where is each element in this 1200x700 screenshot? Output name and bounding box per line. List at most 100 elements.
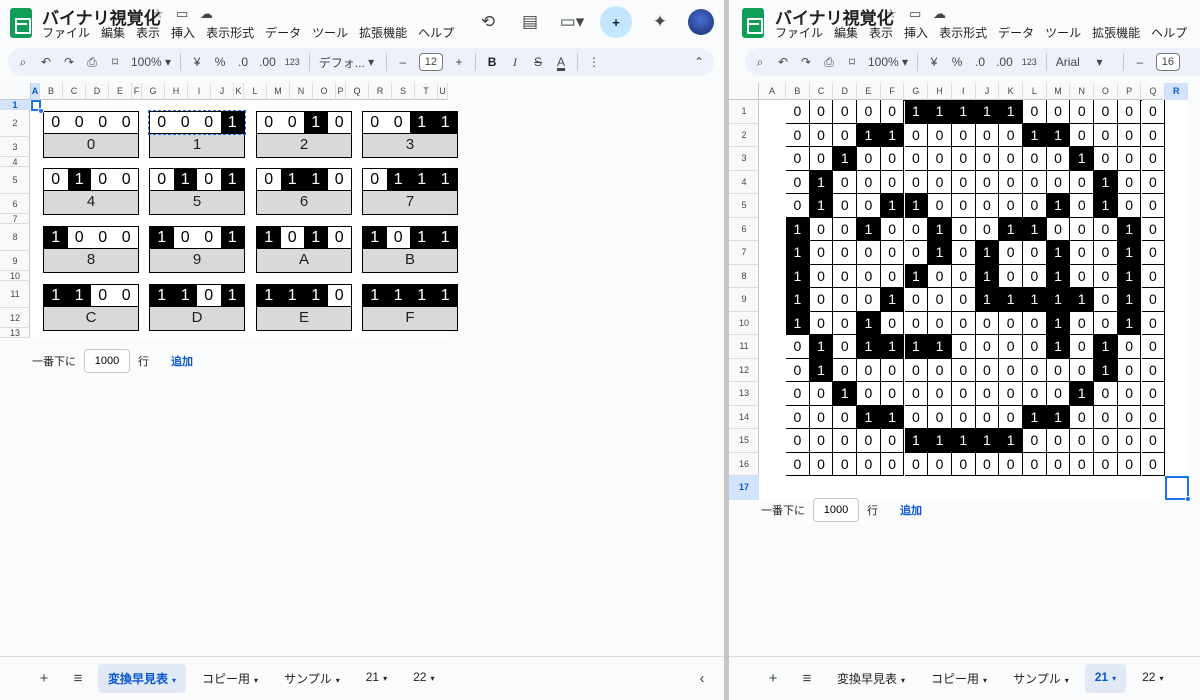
bit-cell[interactable]: 0	[999, 123, 1023, 147]
bit-cell[interactable]: 0	[1023, 382, 1047, 406]
hex-label[interactable]: C	[43, 307, 139, 331]
bit-cell[interactable]: 0	[951, 335, 976, 359]
bit-cell[interactable]: 1	[809, 335, 834, 359]
bit-cell[interactable]: 0	[809, 429, 834, 453]
column-header[interactable]: P	[1118, 83, 1142, 100]
sheet-tab[interactable]: 変換早見表 ▾	[98, 664, 187, 693]
bit-cell[interactable]: 0	[951, 264, 976, 288]
bit-cell[interactable]: 1	[880, 405, 905, 429]
column-header[interactable]: C	[810, 83, 834, 100]
folder-icon[interactable]: ▭	[176, 6, 188, 22]
star-icon[interactable]: ☆	[885, 6, 897, 22]
bit-cell[interactable]: 0	[327, 169, 351, 190]
bit-cell[interactable]: 1	[786, 288, 810, 312]
bit-cell[interactable]: 1	[857, 123, 881, 147]
bit-cell[interactable]: 0	[928, 452, 952, 476]
bit-cell[interactable]: 1	[433, 112, 457, 133]
row-header[interactable]: 5	[0, 167, 30, 194]
menu-tools[interactable]: ツール	[312, 24, 348, 41]
bit-cell[interactable]: 0	[1141, 217, 1166, 241]
column-header[interactable]: R	[1165, 83, 1189, 100]
bit-cell[interactable]: 0	[999, 147, 1023, 171]
bit-cell[interactable]: 1	[1094, 170, 1118, 194]
bit-cell[interactable]: 0	[880, 100, 905, 124]
bit-cell[interactable]: 1	[1117, 241, 1142, 265]
add-rows-input[interactable]	[813, 498, 859, 522]
row-header[interactable]: 3	[729, 147, 759, 171]
bit-cell[interactable]: 0	[1117, 194, 1142, 218]
bit-cell[interactable]: 1	[220, 169, 244, 190]
bit-cell[interactable]: 0	[1117, 405, 1142, 429]
row-header[interactable]: 13	[0, 328, 30, 338]
column-header[interactable]: O	[313, 83, 336, 100]
row-header[interactable]: 2	[729, 124, 759, 147]
bit-cell[interactable]: 0	[928, 382, 952, 406]
bit-cell[interactable]: 0	[1117, 358, 1142, 382]
bit-cell[interactable]: 0	[1117, 429, 1142, 453]
row-header[interactable]: 3	[0, 137, 30, 157]
menu-format[interactable]: 表示形式	[939, 24, 987, 41]
bit-cell[interactable]: 0	[1141, 288, 1166, 312]
font-size-decrease-button[interactable]: –	[396, 55, 410, 69]
bit-cell[interactable]: 0	[975, 382, 1000, 406]
bit-cell[interactable]: 1	[857, 217, 881, 241]
bit-cell[interactable]: 0	[1141, 405, 1166, 429]
bit-cell[interactable]: 0	[999, 264, 1023, 288]
bit-cell[interactable]: 0	[1070, 452, 1095, 476]
menu-file[interactable]: ファイル	[42, 24, 90, 41]
bit-cell[interactable]: 0	[1070, 264, 1095, 288]
bit-cell[interactable]: 0	[975, 405, 1000, 429]
bit-cell[interactable]: 0	[1094, 100, 1118, 124]
bit-cell[interactable]: 0	[327, 227, 351, 248]
hex-label[interactable]: 2	[256, 134, 352, 158]
bit-cell[interactable]: 0	[809, 311, 834, 335]
text-color-button[interactable]: A	[554, 55, 568, 69]
bit-cell[interactable]: 0	[1141, 429, 1166, 453]
bit-cell[interactable]: 1	[928, 100, 952, 124]
bit-cell[interactable]: 0	[975, 123, 1000, 147]
bit-cell[interactable]: 0	[1117, 335, 1142, 359]
bit-cell[interactable]: 1	[1070, 288, 1095, 312]
bit-cell[interactable]: 0	[1023, 100, 1047, 124]
bit-cell[interactable]: 0	[1023, 335, 1047, 359]
bit-cell[interactable]: 0	[197, 227, 221, 248]
bit-cell[interactable]: 0	[880, 311, 905, 335]
bit-cell[interactable]: 0	[857, 382, 881, 406]
bit-cell[interactable]: 0	[1094, 382, 1118, 406]
bit-cell[interactable]: 1	[386, 285, 410, 306]
column-header[interactable]: F	[881, 83, 905, 100]
hex-label[interactable]: A	[256, 249, 352, 273]
bit-cell[interactable]: 0	[114, 169, 138, 190]
bit-cell[interactable]: 0	[1070, 405, 1095, 429]
font-size-increase-button[interactable]: +	[452, 55, 466, 69]
bit-cell[interactable]: 0	[833, 241, 858, 265]
hex-label[interactable]: 6	[256, 191, 352, 215]
bit-cell[interactable]: 0	[44, 169, 68, 190]
bit-cell[interactable]: 1	[1070, 382, 1095, 406]
bit-cell[interactable]: 1	[1023, 405, 1047, 429]
column-header[interactable]: O	[1094, 83, 1118, 100]
bit-cell[interactable]: 0	[257, 169, 281, 190]
bit-cell[interactable]: 1	[857, 335, 881, 359]
hex-label[interactable]: 8	[43, 249, 139, 273]
bit-cell[interactable]: 0	[904, 123, 929, 147]
bit-cell[interactable]: 1	[999, 100, 1023, 124]
bit-cell[interactable]: 1	[1070, 147, 1095, 171]
zoom-select[interactable]: 100% ▾	[868, 55, 908, 69]
decrease-decimal-button[interactable]: .0	[236, 55, 250, 69]
bit-cell[interactable]: 0	[1094, 311, 1118, 335]
bit-cell[interactable]: 0	[833, 288, 858, 312]
add-person-icon[interactable]: +	[600, 6, 632, 38]
bit-cell[interactable]: 1	[857, 405, 881, 429]
bit-cell[interactable]: 0	[786, 429, 810, 453]
bit-cell[interactable]: 0	[928, 147, 952, 171]
bit-cell[interactable]: 0	[999, 335, 1023, 359]
bit-cell[interactable]: 1	[410, 169, 434, 190]
bit-cell[interactable]: 1	[975, 241, 1000, 265]
bit-cell[interactable]: 0	[809, 405, 834, 429]
bit-cell[interactable]: 1	[410, 227, 434, 248]
bit-cell[interactable]: 1	[173, 285, 197, 306]
bit-cell[interactable]: 0	[880, 217, 905, 241]
bit-cell[interactable]: 1	[786, 241, 810, 265]
zoom-select[interactable]: 100% ▾	[131, 55, 171, 69]
